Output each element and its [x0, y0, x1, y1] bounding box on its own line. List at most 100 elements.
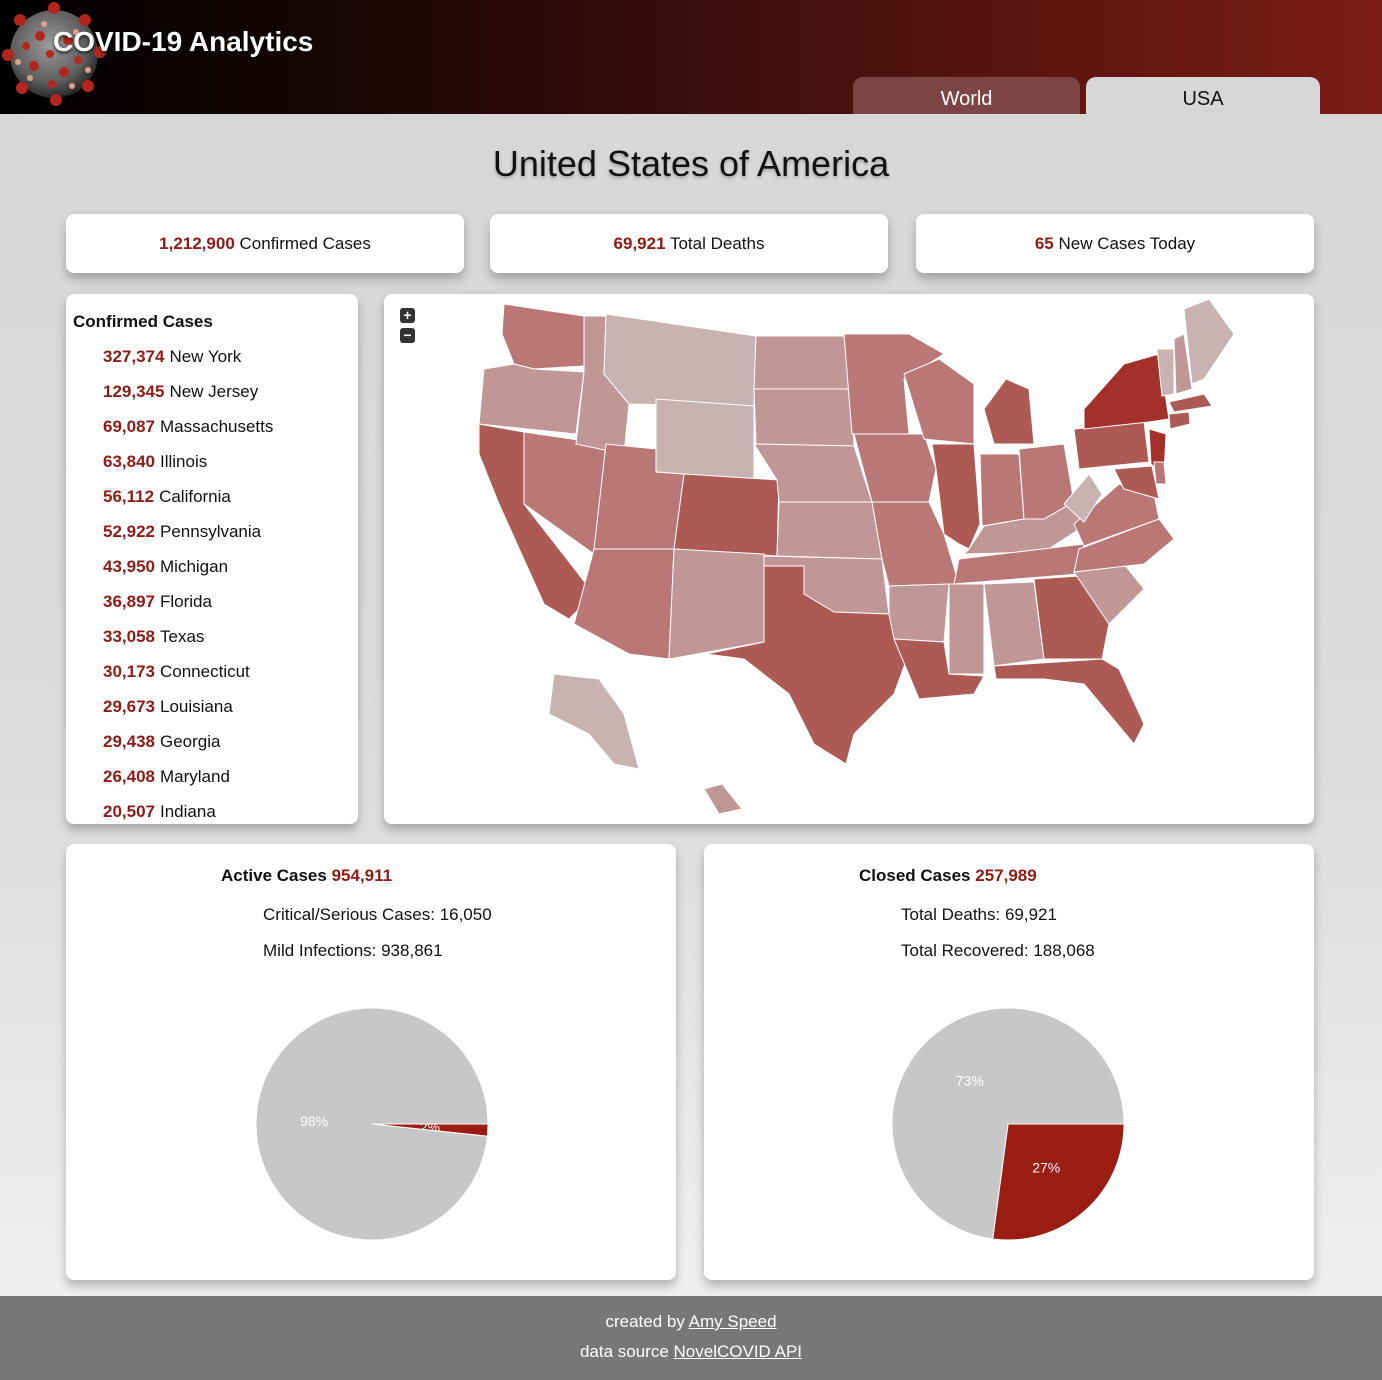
list-item: 69,087 Massachusetts [103, 416, 273, 451]
data-source-link[interactable]: NovelCOVID API [674, 1342, 803, 1361]
state-washington[interactable] [501, 303, 585, 370]
state-cases-value: 20,507 [103, 802, 155, 821]
state-north-dakota[interactable] [753, 335, 853, 390]
state-oregon[interactable] [478, 363, 585, 435]
confirmed-cases-list-panel[interactable]: Confirmed Cases 327,374 New York 129,345 N… [66, 294, 358, 824]
new-cases-value: 65 [1034, 234, 1054, 253]
total-deaths-card: 69,921 Total Deaths [490, 214, 888, 273]
state-name: Indiana [160, 802, 216, 821]
pie-slice [255, 1007, 489, 1241]
closed-cases-pie-chart: 27% 73% [891, 1007, 1125, 1241]
page-footer: created by Amy Speed data source NovelCO… [0, 1296, 1382, 1380]
state-cases-value: 69,087 [103, 417, 155, 436]
state-wyoming[interactable] [655, 398, 755, 480]
state-cases-value: 29,673 [103, 697, 155, 716]
state-name: Georgia [160, 732, 221, 751]
state-name: California [159, 487, 231, 506]
footer-source-prefix: data source [579, 1342, 669, 1361]
new-cases-card: 65 New Cases Today [916, 214, 1314, 273]
state-name: Texas [160, 627, 205, 646]
state-hawaii[interactable] [703, 783, 743, 815]
state-wisconsin[interactable] [903, 358, 975, 445]
list-item: 26,408 Maryland [103, 766, 273, 801]
state-cases-value: 36,897 [103, 592, 155, 611]
list-item: 20,507 Indiana [103, 801, 273, 824]
list-item: 327,374 New York [103, 346, 273, 381]
page-title: United States of America [492, 143, 890, 184]
state-cases-value: 29,438 [103, 732, 155, 751]
state-maine[interactable] [1183, 298, 1235, 385]
state-cases-value: 26,408 [103, 767, 155, 786]
state-name: Illinois [160, 452, 208, 471]
state-name: Michigan [160, 557, 229, 576]
state-name: Louisiana [160, 697, 233, 716]
pie-slice-label: 27% [1032, 1160, 1060, 1176]
state-list: 327,374 New York 129,345 New Jersey 69,087… [103, 346, 273, 824]
state-mississippi[interactable] [948, 583, 985, 675]
state-michigan[interactable] [983, 378, 1035, 445]
active-cases-panel: Active Cases 954,911 Critical/Serious Ca… [66, 844, 676, 1280]
state-cases-value: 43,950 [103, 557, 155, 576]
state-name: Pennsylvania [160, 522, 262, 541]
state-massachusetts[interactable] [1168, 393, 1213, 413]
state-arkansas[interactable] [888, 583, 950, 643]
list-item: 43,950 Michigan [103, 556, 273, 591]
list-item: 63,840 Illinois [103, 451, 273, 486]
app-title: COVID-19 Analytics [53, 26, 314, 57]
state-cases-value: 129,345 [103, 382, 165, 401]
zoom-out-button[interactable]: − [400, 328, 415, 343]
list-item: 30,173 Connecticut [103, 661, 273, 696]
pie-slice-label: 98% [300, 1113, 328, 1129]
confirmed-cases-label: Confirmed Cases [239, 234, 371, 253]
state-new-york[interactable] [1083, 353, 1170, 430]
total-deaths-label: Total Deaths [669, 234, 765, 253]
list-item: 56,112 California [103, 486, 273, 521]
state-south-dakota[interactable] [753, 388, 855, 447]
confirmed-cases-value: 1,212,900 [159, 234, 235, 253]
list-item: 29,673 Louisiana [103, 696, 273, 731]
state-new-mexico[interactable] [668, 548, 765, 660]
state-cases-value: 33,058 [103, 627, 155, 646]
usa-choropleth-map[interactable] [384, 294, 1314, 824]
state-connecticut[interactable] [1168, 411, 1191, 430]
footer-created-prefix: created by [605, 1312, 685, 1331]
state-arizona[interactable] [573, 548, 675, 660]
state-cases-value: 52,922 [103, 522, 155, 541]
pie-slice [992, 1123, 1125, 1241]
list-item: 129,345 New Jersey [103, 381, 273, 416]
new-cases-label: New Cases Today [1058, 234, 1196, 253]
state-delaware[interactable] [1153, 461, 1167, 485]
footer-source: data source NovelCOVID API [0, 1342, 1382, 1362]
state-name: Maryland [160, 767, 230, 786]
state-alabama[interactable] [983, 581, 1045, 667]
closed-cases-panel: Closed Cases 257,989 Total Deaths: 69,92… [704, 844, 1314, 1280]
state-indiana[interactable] [979, 453, 1025, 527]
list-item: 52,922 Pennsylvania [103, 521, 273, 556]
state-florida[interactable] [993, 658, 1145, 745]
state-cases-value: 56,112 [103, 487, 155, 506]
zoom-in-button[interactable]: + [400, 308, 415, 323]
usa-map-panel[interactable]: + − [384, 294, 1314, 824]
state-name: Massachusetts [160, 417, 274, 436]
active-cases-pie-chart: 2%98% [255, 1007, 489, 1241]
app-header: COVID-19 Analytics World USA [0, 0, 1382, 114]
state-name: Connecticut [160, 662, 250, 681]
list-item: 36,897 Florida [103, 591, 273, 626]
state-name: New York [169, 347, 242, 366]
state-montana[interactable] [603, 313, 757, 407]
state-cases-value: 63,840 [103, 452, 155, 471]
state-alaska[interactable] [548, 673, 640, 770]
tab-world[interactable]: World [853, 77, 1080, 114]
pie-slice-label: 73% [956, 1072, 984, 1088]
author-link[interactable]: Amy Speed [689, 1312, 777, 1331]
confirmed-cases-card: 1,212,900 Confirmed Cases [66, 214, 464, 273]
list-item: 33,058 Texas [103, 626, 273, 661]
state-kansas[interactable] [776, 501, 883, 560]
list-title: Confirmed Cases [73, 312, 213, 331]
state-colorado[interactable] [673, 473, 780, 557]
tab-usa[interactable]: USA [1086, 77, 1320, 114]
state-cases-value: 327,374 [103, 347, 165, 366]
total-deaths-value: 69,921 [613, 234, 666, 253]
list-item: 29,438 Georgia [103, 731, 273, 766]
footer-credit: created by Amy Speed [0, 1312, 1382, 1332]
